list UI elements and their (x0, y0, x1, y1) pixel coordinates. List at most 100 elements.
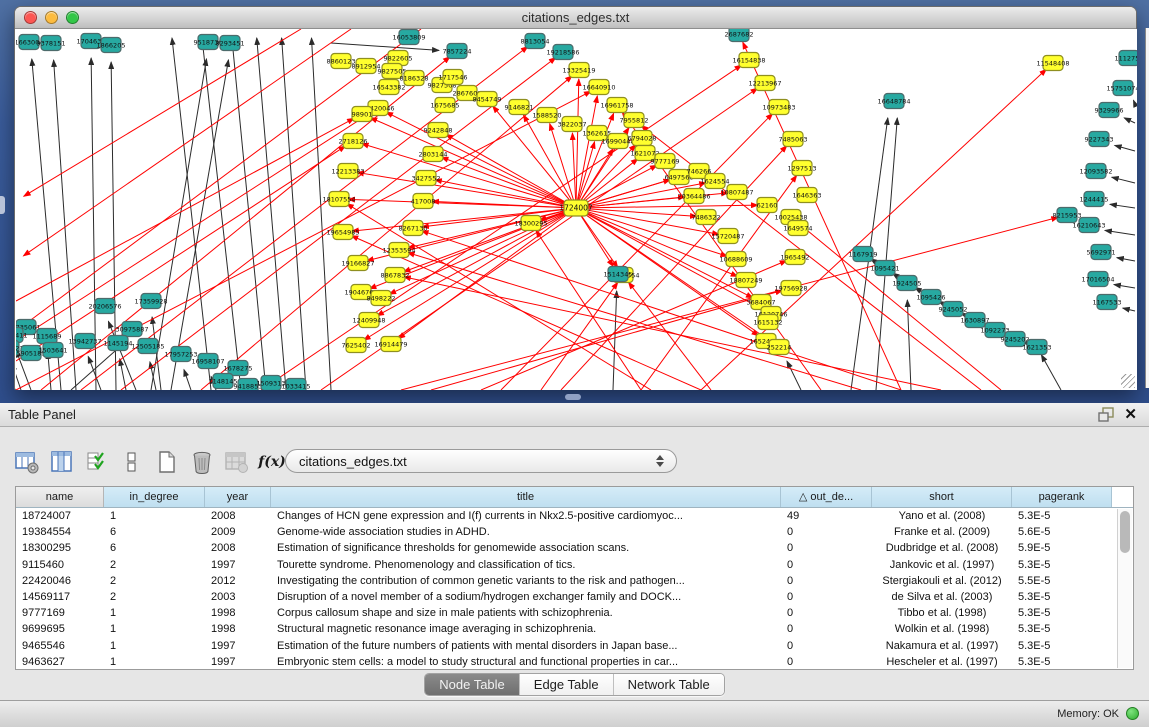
column-header-name[interactable]: name (16, 487, 104, 507)
table-row[interactable]: 969969511998Structural magnetic resonanc… (16, 621, 1133, 637)
column-header-title[interactable]: title (271, 487, 781, 507)
table-row[interactable]: 977716911998Corpus callosum shape and si… (16, 605, 1133, 621)
graph-node-label: 2718126 (339, 137, 368, 145)
graph-node-label: 30975887 (115, 325, 148, 333)
table-cell: 6 (104, 540, 205, 556)
table-selector-dropdown[interactable]: citations_edges.txt (285, 449, 677, 473)
graph-node-label: 12213967 (748, 79, 781, 87)
table-cell: 2012 (205, 573, 271, 589)
float-panel-icon[interactable] (1098, 407, 1115, 427)
background-window-edge[interactable] (1145, 28, 1149, 388)
function-builder-icon[interactable]: f(x) (259, 448, 285, 476)
column-list-icon[interactable] (119, 448, 145, 476)
column-header-in_degree[interactable]: in_degree (104, 487, 205, 507)
table-cell: Corpus callosum shape and size in male p… (271, 605, 781, 621)
table-panel-header: Table Panel ✕ (0, 403, 1149, 427)
graph-node-label: 20364486 (677, 192, 710, 200)
scrollbar-thumb[interactable] (1120, 511, 1130, 553)
table-row[interactable]: 946554611997Estimation of the future num… (16, 638, 1133, 654)
table-cell: 0 (781, 540, 872, 556)
table-row[interactable]: 1456911722003Disruption of a novel membe… (16, 589, 1133, 605)
graph-node-label: 16961758 (600, 101, 633, 109)
column-header-out_de[interactable]: △ out_de... (781, 487, 872, 507)
table-panel: Table Panel ✕ (0, 403, 1149, 700)
graph-node-label: 7955812 (620, 116, 649, 124)
graph-node-label: 12505185 (131, 342, 164, 350)
create-column-icon[interactable] (154, 448, 180, 476)
column-header-pagerank[interactable]: pagerank (1012, 487, 1112, 507)
table-cell: Changes of HCN gene expression and I(f) … (271, 508, 781, 524)
graph-node-label: 1095421 (871, 264, 900, 272)
table-cell: 1997 (205, 654, 271, 669)
graph-node-label: 20206576 (88, 302, 121, 310)
graph-node-label: 417008 (411, 197, 436, 205)
table-cell: 2 (104, 589, 205, 605)
table-selector-value: citations_edges.txt (286, 454, 650, 469)
memory-ok-icon (1126, 707, 1139, 720)
graph-node-label: 16053809 (392, 33, 425, 41)
tab-node-table[interactable]: Node Table (425, 674, 520, 695)
table-cell: 9115460 (16, 557, 104, 573)
table-row[interactable]: 1830029562008Estimation of significance … (16, 540, 1133, 556)
table-cell: 5.3E-5 (1012, 605, 1112, 621)
delete-column-icon[interactable] (189, 448, 215, 476)
table-mode-icon[interactable] (14, 448, 40, 476)
graph-node-label: 1724007 (559, 203, 593, 212)
table-cell: 0 (781, 654, 872, 669)
delete-table-icon[interactable] (224, 448, 250, 476)
graph-node-label: 1115689 (33, 332, 62, 340)
table-cell: de Silva et al. (2003) (872, 589, 1012, 605)
graph-node-label: 15720487 (711, 232, 744, 240)
graph-node-label: 1244415 (1080, 195, 1109, 203)
table-row[interactable]: 946362711997Embryonic stem cells: a mode… (16, 654, 1133, 669)
table-cell: 0 (781, 605, 872, 621)
graph-node-label: 19218586 (546, 48, 579, 56)
collapsed-panel-handle[interactable] (0, 196, 5, 214)
table-cell: 22420046 (16, 573, 104, 589)
graph-node-label: 8454749 (473, 95, 502, 103)
table-cell: 19384554 (16, 524, 104, 540)
table-cell: 18300295 (16, 540, 104, 556)
table-row[interactable]: 911546021997Tourette syndrome. Phenomeno… (16, 557, 1133, 573)
graph-node-label: 16958107 (191, 357, 224, 365)
show-columns-icon[interactable] (49, 448, 75, 476)
table-row[interactable]: 2242004622012Investigating the contribut… (16, 573, 1133, 589)
graph-node-label: 62160 (757, 201, 778, 209)
window-resize-grip[interactable] (1121, 374, 1135, 388)
tab-network-table[interactable]: Network Table (614, 674, 724, 695)
graph-node-label: 8267130 (399, 224, 428, 232)
graph-node-label: 19166827 (341, 259, 374, 267)
graph-node-label: 16914479 (374, 340, 407, 348)
table-cell: 5.9E-5 (1012, 540, 1112, 556)
graph-node-label: 8912954 (352, 62, 381, 70)
table-cell: 2003 (205, 589, 271, 605)
table-cell: 5.5E-5 (1012, 573, 1112, 589)
network-window-titlebar[interactable]: citations_edges.txt (15, 7, 1136, 29)
tab-edge-table[interactable]: Edge Table (520, 674, 614, 695)
split-pane-divider[interactable] (565, 394, 581, 400)
table-scrollbar[interactable] (1117, 509, 1132, 668)
graph-node-label: 1145194 (104, 339, 133, 347)
table-row[interactable]: 1938455462009Genome-wide association stu… (16, 524, 1133, 540)
graph-node-label: 1630897 (961, 316, 990, 324)
table-cell: 5.3E-5 (1012, 557, 1112, 573)
select-rows-icon[interactable] (84, 448, 110, 476)
column-header-short[interactable]: short (872, 487, 1012, 507)
citation-network-graph[interactable]: 1724007886012389129549822605982750581863… (16, 29, 1137, 390)
graph-node-label: 16210643 (1072, 221, 1105, 229)
graph-node-label: 1033415 (282, 382, 311, 390)
column-header-year[interactable]: year (205, 487, 271, 507)
graph-node-label: 9245202 (1001, 335, 1030, 343)
network-window[interactable]: citations_edges.txt 17240078860123891295… (14, 6, 1137, 390)
table-row[interactable]: 1872400712008Changes of HCN gene express… (16, 508, 1133, 524)
table-cell: 9465546 (16, 638, 104, 654)
desktop-background: citations_edges.txt 17240078860123891295… (0, 0, 1149, 403)
close-panel-icon[interactable]: ✕ (1124, 405, 1137, 423)
table-cell: Wolkin et al. (1998) (872, 621, 1012, 637)
network-canvas[interactable]: 1724007886012389129549822605982750581863… (16, 29, 1137, 390)
table-cell: 6 (104, 524, 205, 540)
graph-node-label: 9245052 (939, 305, 968, 313)
graph-node-label: 18300295 (514, 219, 547, 227)
table-cell: 0 (781, 621, 872, 637)
table-cell: 5.3E-5 (1012, 654, 1112, 669)
